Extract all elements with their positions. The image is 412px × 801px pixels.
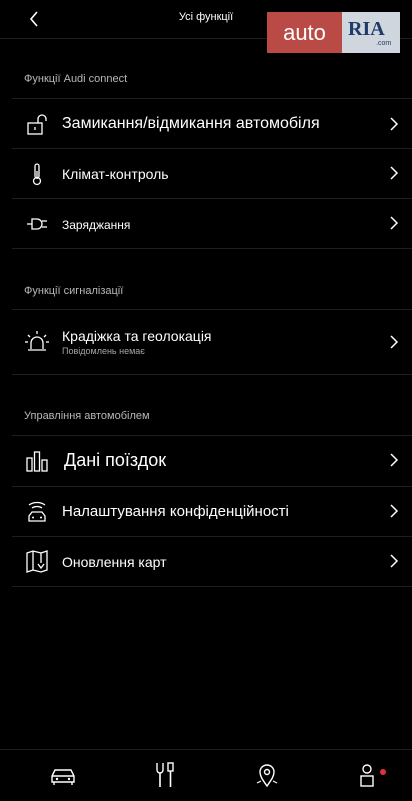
auto-ria-watermark: auto RIA .com <box>267 12 400 53</box>
menu-item-label: Оновлення карт <box>62 554 167 570</box>
bar-chart-icon <box>26 451 48 472</box>
chevron-right-icon <box>390 453 399 467</box>
section-label-vehicle: Управління автомобілем <box>24 410 150 422</box>
menu-item-climate-control[interactable]: Клімат-контроль <box>12 149 412 197</box>
chevron-right-icon <box>390 166 399 180</box>
car-icon <box>51 769 75 785</box>
menu-item-label: Клімат-контроль <box>62 166 169 182</box>
menu-item-map-update[interactable]: Оновлення карт <box>12 537 412 585</box>
nav-car-button[interactable] <box>48 760 78 790</box>
menu-item-label: Замикання/відмикання автомобіля <box>62 115 320 132</box>
bottom-navigation <box>0 749 412 801</box>
divider <box>12 586 412 587</box>
chevron-right-icon <box>390 504 399 518</box>
divider <box>12 309 412 310</box>
watermark-ria-block: RIA .com <box>342 12 400 53</box>
divider <box>12 98 412 99</box>
chevron-right-icon <box>390 554 399 568</box>
tools-icon <box>156 762 174 787</box>
nav-service-button[interactable] <box>150 760 180 790</box>
menu-item-lock-unlock[interactable]: Замикання/відмикання автомобіля <box>12 100 412 148</box>
menu-item-label: Налаштування конфіденційності <box>62 503 289 520</box>
privacy-car-icon <box>28 501 46 522</box>
watermark-auto-text: auto <box>267 12 342 53</box>
menu-item-charging[interactable]: Заряджання <box>12 199 412 247</box>
menu-item-label: Заряджання <box>62 218 131 232</box>
menu-item-label: Дані поїздок <box>64 450 167 470</box>
menu-item-trip-data[interactable]: Дані поїздок <box>12 436 412 484</box>
alarm-beacon-icon <box>25 331 49 351</box>
watermark-ria-text: RIA <box>348 18 385 40</box>
divider <box>12 374 412 375</box>
nav-profile-button[interactable] <box>352 760 382 790</box>
nav-map-button[interactable] <box>252 760 282 790</box>
charging-plug-icon <box>27 218 47 230</box>
section-label-alarm: Функції сигналізації <box>24 285 124 297</box>
menu-item-label: Крадіжка та геолокація <box>62 328 212 344</box>
chevron-right-icon <box>390 216 399 230</box>
divider <box>12 248 412 249</box>
profile-icon <box>360 764 374 787</box>
section-label-audi-connect: Функції Audi connect <box>24 73 128 85</box>
watermark-com-text: .com <box>376 40 392 47</box>
map-pin-icon <box>256 764 278 788</box>
map-download-icon <box>26 550 48 573</box>
menu-item-theft-geolocation[interactable]: Крадіжка та геолокація Повідомлень немає <box>12 311 412 373</box>
menu-item-sublabel: Повідомлень немає <box>62 346 145 356</box>
lock-icon <box>27 114 47 135</box>
thermometer-icon <box>32 163 42 186</box>
chevron-right-icon <box>390 117 399 131</box>
notification-dot <box>380 769 386 775</box>
chevron-right-icon <box>390 335 399 349</box>
menu-item-privacy-settings[interactable]: Налаштування конфіденційності <box>12 487 412 535</box>
